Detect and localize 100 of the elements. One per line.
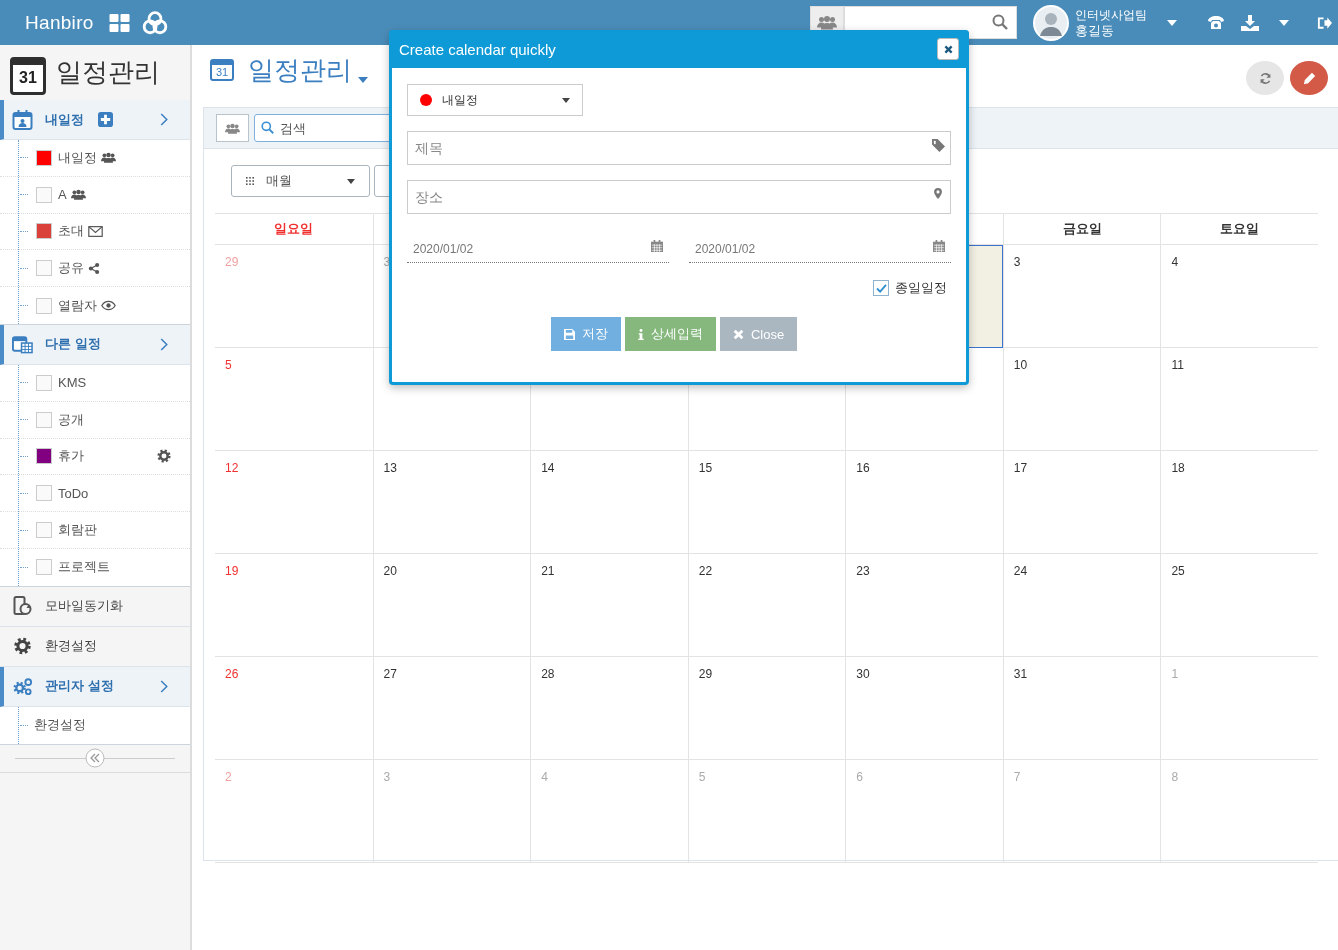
day-cell[interactable]: 16 <box>845 451 1003 554</box>
checkbox[interactable] <box>36 374 52 391</box>
day-number: 30 <box>856 667 870 681</box>
calendar-name: KMS <box>58 375 87 391</box>
logout-icon[interactable] <box>1317 14 1332 31</box>
settings-icon[interactable] <box>156 448 172 465</box>
calendar-name: 내일정 <box>442 91 478 109</box>
page-title[interactable]: 일정관리 <box>248 52 352 88</box>
refresh-button[interactable] <box>1246 61 1284 95</box>
checkbox[interactable] <box>36 411 52 428</box>
day-cell[interactable]: 11 <box>1160 348 1318 451</box>
day-number: 26 <box>225 667 239 681</box>
day-number: 20 <box>383 564 397 578</box>
day-cell[interactable]: 12 <box>215 451 373 554</box>
day-number: 1 <box>1171 667 1179 681</box>
day-cell[interactable]: 19 <box>215 554 373 657</box>
day-cell[interactable]: 29 <box>687 657 846 760</box>
calendar-name: 휴가 <box>58 447 84 466</box>
menu-link[interactable]: 환경설정 <box>34 716 86 735</box>
day-cell[interactable]: 5 <box>215 348 373 451</box>
calendar-name: 공개 <box>58 410 84 429</box>
weekday-header: 금요일 <box>1002 214 1161 245</box>
caret-icon <box>562 97 570 103</box>
edit-button[interactable] <box>1290 61 1328 95</box>
caret-icon[interactable] <box>358 77 368 83</box>
day-number: 10 <box>1013 358 1028 372</box>
day-number: 3 <box>383 770 391 784</box>
rings-logo-icon[interactable] <box>141 9 168 36</box>
day-number: 25 <box>1171 564 1185 578</box>
day-cell[interactable]: 22 <box>687 554 846 657</box>
checkbox[interactable] <box>873 280 889 296</box>
download-icon[interactable] <box>1241 14 1259 31</box>
day-number: 3 <box>1013 255 1021 269</box>
day-cell[interactable]: 30 <box>845 657 1003 760</box>
checkbox[interactable] <box>36 149 52 166</box>
day-cell[interactable]: 26 <box>215 657 373 760</box>
day-number: 16 <box>856 461 870 475</box>
day-cell[interactable]: 25 <box>1160 554 1318 657</box>
day-cell[interactable]: 20 <box>372 554 531 657</box>
weekday-header: 일요일 <box>215 214 373 245</box>
dialog-title: Create calendar quickly <box>399 40 557 58</box>
checkbox-label: 종일일정 <box>895 279 947 297</box>
people-button[interactable] <box>216 114 249 142</box>
calendar-name: 열람자 <box>58 296 97 315</box>
caret-icon[interactable] <box>1167 19 1177 26</box>
checkbox[interactable] <box>36 522 52 539</box>
day-number: 5 <box>698 770 706 784</box>
chevron-right-icon <box>160 338 168 351</box>
checkbox[interactable] <box>36 297 52 314</box>
phone-icon[interactable] <box>1207 14 1225 31</box>
calendar-name: ToDo <box>58 485 89 501</box>
caret-icon[interactable] <box>1279 19 1289 26</box>
day-cell[interactable]: 23 <box>845 554 1003 657</box>
close-button[interactable] <box>937 38 959 60</box>
chevron-right-icon <box>160 679 168 693</box>
eye-icon <box>101 300 116 312</box>
day-cell[interactable]: 31 <box>1002 657 1161 760</box>
checkbox[interactable] <box>36 186 52 203</box>
day-cell[interactable]: 18 <box>1160 451 1318 554</box>
add-button[interactable] <box>98 112 113 127</box>
apps-grid-icon[interactable] <box>108 13 130 32</box>
menu-item[interactable]: 다른 일정 <box>0 325 190 365</box>
calendar-name: 프로젝트 <box>58 558 110 577</box>
day-cell[interactable]: 3 <box>1002 245 1161 348</box>
day-cell[interactable]: 24 <box>1002 554 1161 657</box>
day-number: 29 <box>225 255 239 269</box>
checkbox[interactable] <box>36 485 52 502</box>
day-cell[interactable]: 28 <box>530 657 688 760</box>
menu-item[interactable]: 관리자 설정 <box>0 666 190 707</box>
menu-item[interactable]: 내일정 <box>0 100 190 140</box>
day-cell[interactable]: 21 <box>530 554 688 657</box>
checkbox[interactable] <box>36 559 52 576</box>
day-cell[interactable]: 14 <box>530 451 688 554</box>
title-field[interactable]: 제목 <box>407 131 951 165</box>
calendar-name: 공유 <box>58 259 84 278</box>
collapse-button[interactable] <box>85 748 105 769</box>
day-cell[interactable]: 27 <box>372 657 531 760</box>
day-number: 19 <box>225 564 239 578</box>
date-field[interactable]: 2020/01/02 <box>407 229 669 263</box>
location-field[interactable]: 장소 <box>407 180 951 214</box>
day-cell[interactable]: 10 <box>1002 348 1161 451</box>
checkbox[interactable] <box>36 223 52 240</box>
floppy-icon <box>563 328 575 340</box>
calendar-dropdown[interactable]: 내일정 <box>407 84 583 116</box>
day-cell[interactable]: 13 <box>372 451 531 554</box>
pencil-icon <box>1302 71 1316 85</box>
calendar-name: A <box>58 187 67 203</box>
date-field[interactable]: 2020/01/02 <box>689 229 951 263</box>
checkbox[interactable] <box>36 260 52 277</box>
day-cell[interactable]: 4 <box>1160 245 1318 348</box>
search-icon <box>992 14 1008 30</box>
user-name: 홍길동 <box>1075 22 1115 38</box>
day-number: 12 <box>225 461 239 475</box>
calendars-icon <box>12 334 33 355</box>
view-dropdown[interactable]: 매월 <box>231 165 370 197</box>
avatar[interactable] <box>1033 4 1069 41</box>
day-cell[interactable]: 15 <box>687 451 846 554</box>
day-cell[interactable]: 17 <box>1002 451 1161 554</box>
caret-icon <box>347 178 355 184</box>
checkbox[interactable] <box>36 448 52 465</box>
